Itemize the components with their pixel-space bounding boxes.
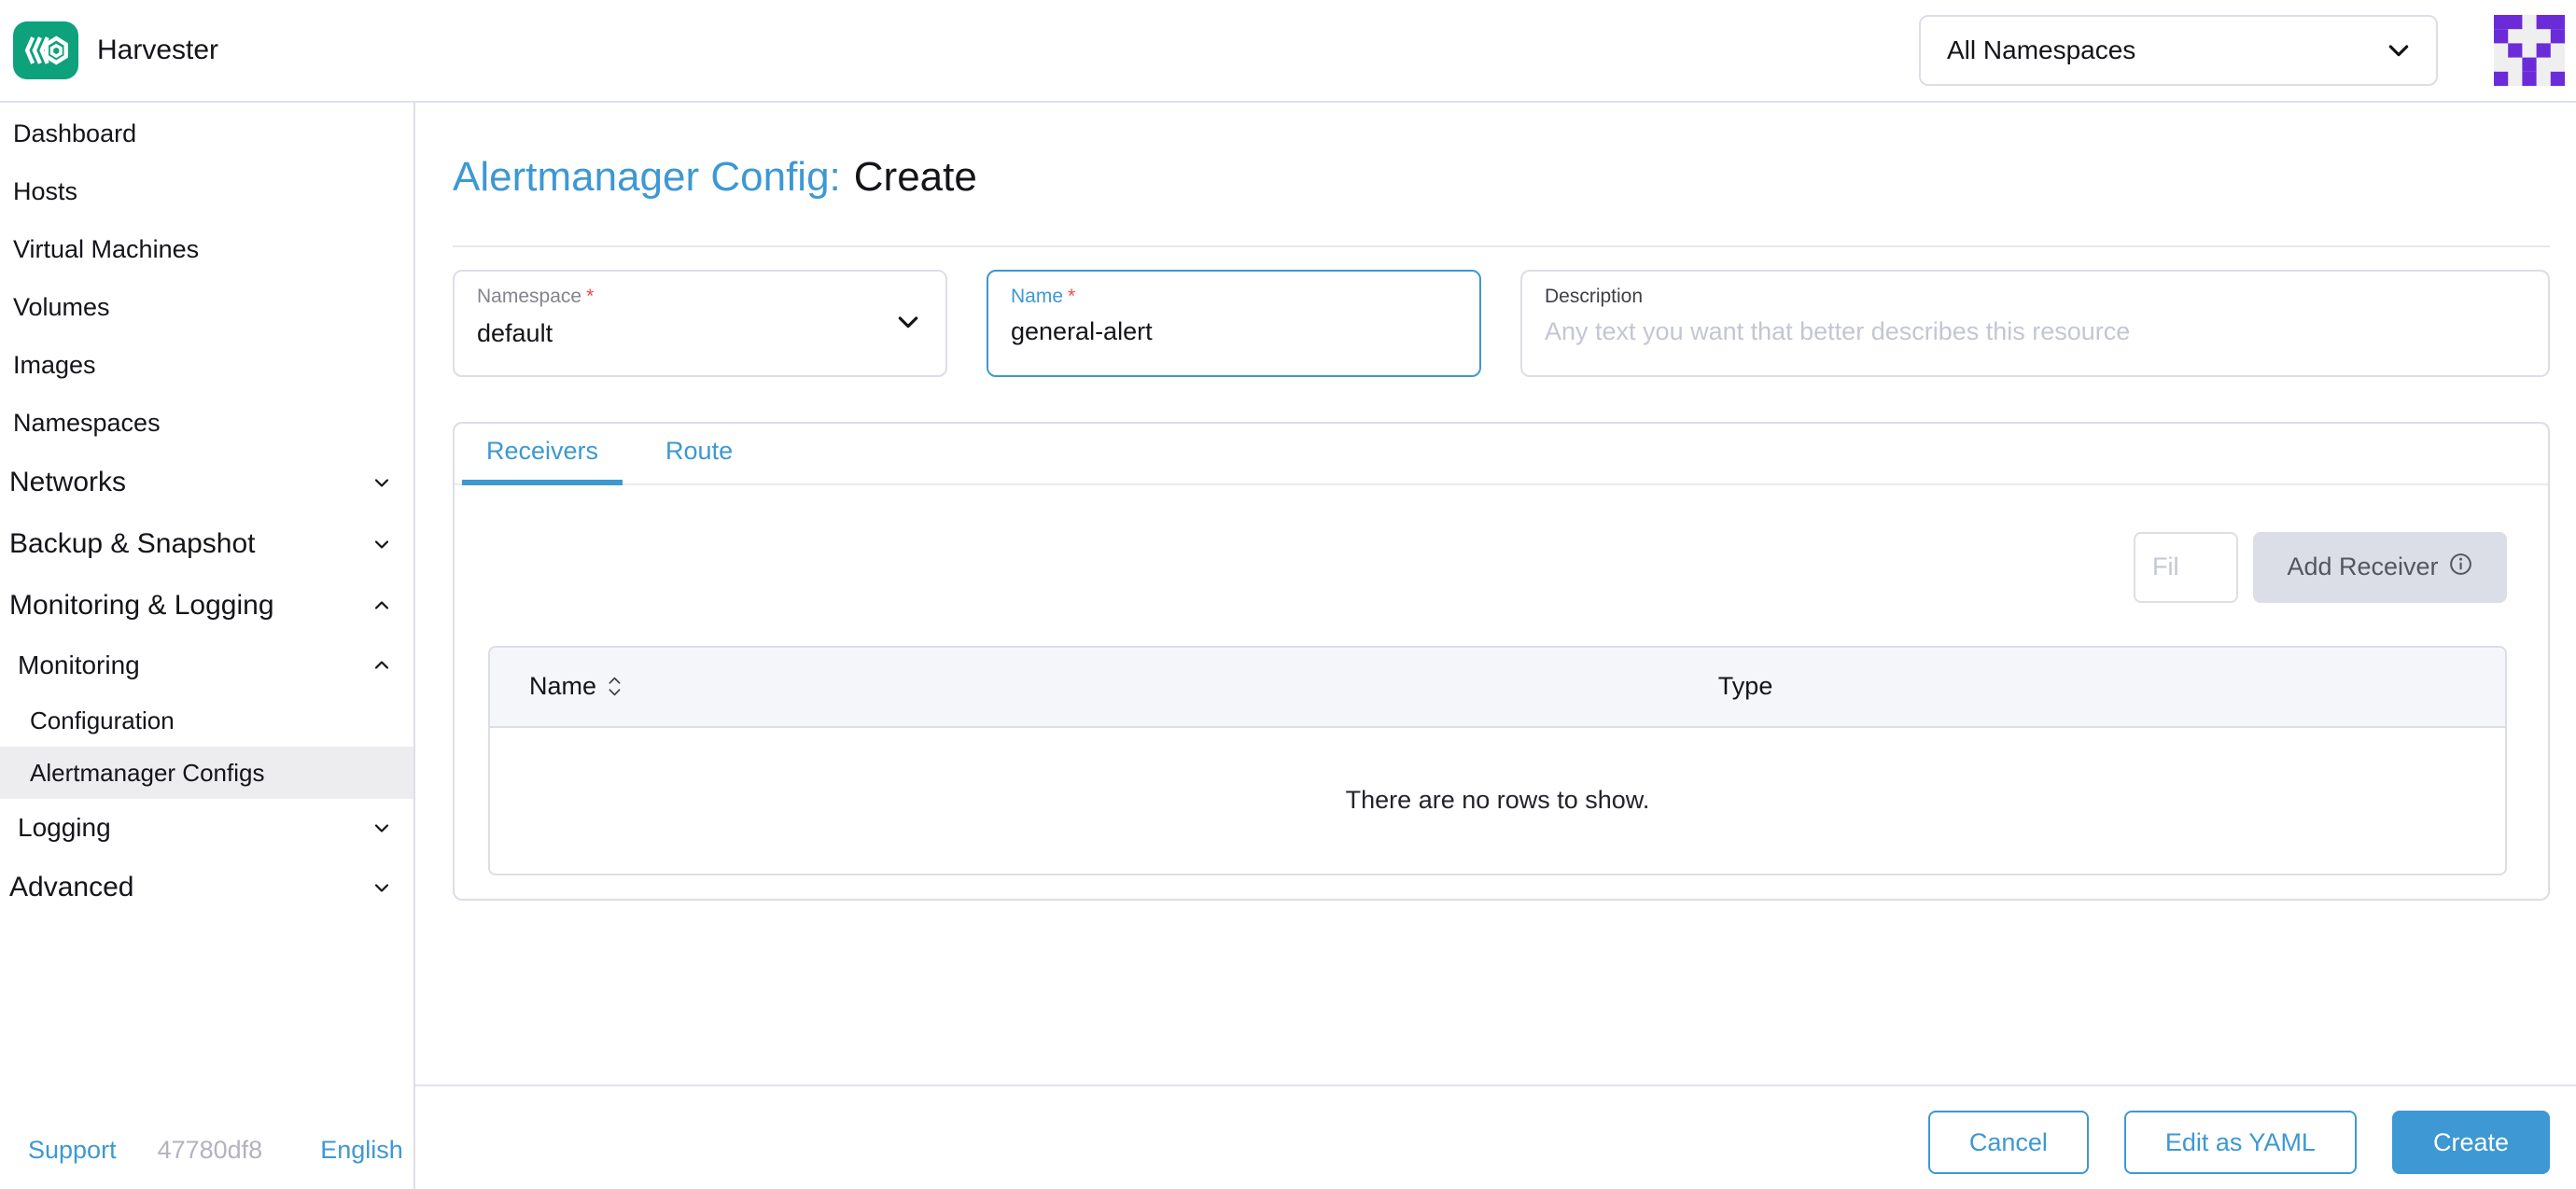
sidebar-subgroup-logging[interactable]: Logging (0, 799, 413, 857)
sidebar-item-virtual-machines[interactable]: Virtual Machines (0, 220, 413, 278)
sidebar-group-backup-snapshot[interactable]: Backup & Snapshot (0, 513, 413, 575)
namespace-field[interactable]: Namespace* default (453, 270, 947, 377)
chevron-down-icon (371, 817, 393, 839)
create-button[interactable]: Create (2392, 1111, 2550, 1174)
description-label: Description (1545, 286, 1643, 307)
sidebar-item-volumes[interactable]: Volumes (0, 278, 413, 336)
sidebar-item-configuration[interactable]: Configuration (0, 694, 413, 747)
namespace-filter-dropdown[interactable]: All Namespaces (1919, 15, 2438, 86)
required-marker: * (586, 286, 594, 307)
chevron-down-icon (893, 307, 923, 342)
edit-as-yaml-button[interactable]: Edit as YAML (2124, 1111, 2357, 1174)
sidebar-nav: Dashboard Hosts Virtual Machines Volumes… (0, 103, 413, 918)
version-label: 47780df8 (158, 1136, 263, 1165)
sidebar-item-dashboard[interactable]: Dashboard (0, 105, 413, 162)
sidebar: Dashboard Hosts Virtual Machines Volumes… (0, 103, 415, 1189)
name-input[interactable] (1011, 317, 1457, 346)
brand-home-link[interactable]: Harvester (13, 21, 218, 79)
sidebar-subgroup-monitoring[interactable]: Monitoring (0, 636, 413, 694)
cancel-button[interactable]: Cancel (1928, 1111, 2089, 1174)
top-bar-right: All Namespaces (1919, 15, 2565, 86)
chevron-down-icon (371, 471, 393, 494)
app-body: Dashboard Hosts Virtual Machines Volumes… (0, 103, 2576, 1189)
description-input[interactable] (1545, 317, 2526, 346)
page-title-resource: Alertmanager Config: (453, 153, 841, 203)
namespace-filter-value: All Namespaces (1947, 35, 2135, 65)
sidebar-footer: Support 47780df8 English (28, 1136, 403, 1165)
sidebar-item-namespaces[interactable]: Namespaces (0, 394, 413, 452)
user-avatar-identicon[interactable] (2494, 15, 2565, 86)
sidebar-item-images[interactable]: Images (0, 336, 413, 394)
namespace-label: Namespace (477, 286, 581, 307)
page-title-action: Create (854, 153, 977, 203)
chevron-up-icon (371, 654, 393, 677)
receivers-table: Name Type There are no rows to show. (488, 646, 2507, 875)
page-title: Alertmanager Config: Create (453, 153, 2550, 203)
main-content: Alertmanager Config: Create Namespace* d… (415, 103, 2576, 1189)
receivers-route-panel: Receivers Route Add Receiver (453, 422, 2550, 901)
chevron-up-icon (371, 594, 393, 617)
filter-input[interactable] (2134, 532, 2238, 603)
name-field: Name* (987, 270, 1481, 377)
app-name: Harvester (97, 35, 218, 66)
namespace-value: default (477, 319, 923, 348)
tab-receivers[interactable]: Receivers (462, 424, 623, 485)
sort-icon (608, 676, 622, 697)
required-marker: * (1068, 286, 1075, 307)
footer-action-bar: Cancel Edit as YAML Create (415, 1084, 2576, 1189)
receivers-toolbar: Add Receiver (455, 532, 2507, 603)
top-bar: Harvester All Namespaces (0, 0, 2576, 103)
harvester-logo-icon (13, 21, 78, 79)
add-receiver-button[interactable]: Add Receiver (2253, 532, 2507, 603)
title-divider (453, 245, 2550, 247)
empty-table-message: There are no rows to show. (1346, 786, 1650, 815)
chevron-down-icon (2384, 35, 2414, 65)
chevron-down-icon (371, 533, 393, 555)
name-label: Name (1011, 286, 1063, 307)
info-icon[interactable] (2448, 552, 2473, 583)
sidebar-group-networks[interactable]: Networks (0, 452, 413, 513)
tab-route[interactable]: Route (641, 424, 757, 485)
receivers-table-body: There are no rows to show. (488, 728, 2507, 875)
description-field: Description (1520, 270, 2550, 377)
column-header-type[interactable]: Type (1679, 648, 2505, 726)
tab-bar: Receivers Route (455, 424, 2548, 485)
sidebar-group-monitoring-logging[interactable]: Monitoring & Logging (0, 575, 413, 636)
sidebar-item-hosts[interactable]: Hosts (0, 162, 413, 220)
sidebar-item-alertmanager-configs[interactable]: Alertmanager Configs (0, 747, 413, 799)
harvester-app: Harvester All Namespaces (0, 0, 2576, 1189)
support-link[interactable]: Support (28, 1136, 117, 1165)
language-link[interactable]: English (320, 1136, 403, 1165)
column-header-name[interactable]: Name (490, 648, 1679, 726)
sidebar-group-advanced[interactable]: Advanced (0, 857, 413, 918)
receivers-table-header: Name Type (488, 646, 2507, 728)
chevron-down-icon (371, 876, 393, 899)
metadata-form-row: Namespace* default Name* Description (453, 270, 2550, 377)
